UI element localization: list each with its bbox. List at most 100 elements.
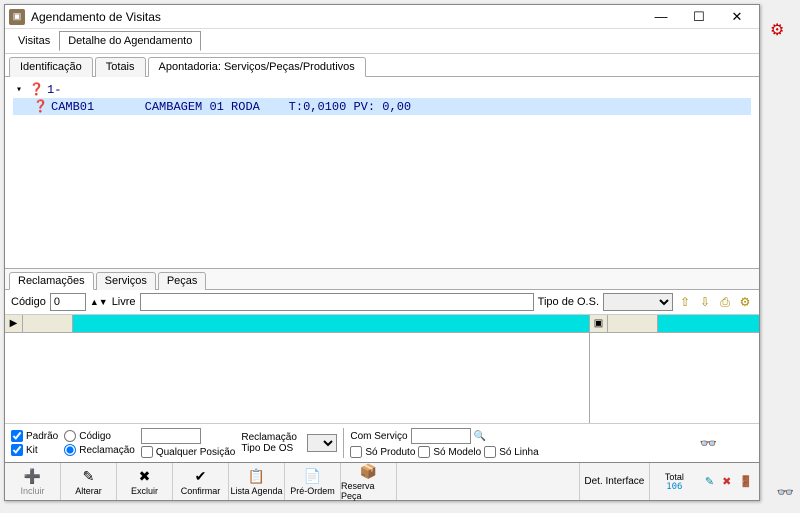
subtab-servicos[interactable]: Serviços [96,272,156,290]
label-modelo: Só Modelo [433,447,481,458]
livre-label: Livre [112,296,136,308]
minimize-button[interactable]: — [643,7,679,27]
total-value: 106 [666,482,682,492]
list-icon: 📋 [248,468,265,485]
edit-icon: ✎ [83,468,95,485]
delete-icon: ✖ [139,468,151,485]
input-extra1[interactable] [141,428,201,444]
subtab-reclamacoes[interactable]: Reclamações [9,272,94,290]
grid-area: ▶ ▣ [5,315,759,423]
menubar: Visitas Detalhe do Agendamento [5,29,759,54]
edit-small-icon[interactable]: ✎ [705,475,714,488]
check-linha[interactable] [484,446,496,458]
grid-fill [73,315,589,332]
codigo-label: Código [11,296,46,308]
config-icon[interactable]: ⚙ [737,294,753,310]
plus-icon: ➕ [24,468,41,485]
titlebar: ▣ Agendamento de Visitas — ☐ ✕ [5,5,759,29]
btn-pre-ordem[interactable]: 📄Pré-Ordem [285,463,341,500]
btn-excluir[interactable]: ✖Excluir [117,463,173,500]
grid-indicator-icon: ▶ [5,315,23,332]
question-icon: ❓ [33,99,47,114]
check-qualquer[interactable] [141,446,153,458]
livre-input[interactable] [140,293,534,311]
exit-icon[interactable]: 🚪 [739,475,753,488]
label-kit: Kit [26,445,38,456]
radio-reclamacao[interactable] [64,444,76,456]
glasses-icon[interactable]: 👓 [700,435,717,452]
label-reclamacao: Reclamação [79,445,135,456]
grid-col1[interactable] [23,315,73,332]
question-icon: ❓ [29,82,43,97]
check-modelo[interactable] [418,446,430,458]
tree-collapse-icon[interactable]: ▾ [13,84,25,96]
content-area: ▾ ❓ 1- ❓ CAMB01 CAMBAGEM 01 RODA T:0,010… [5,77,759,462]
close-small-icon[interactable]: ✖ [722,475,731,488]
background-glasses-icon: 👓 [777,484,794,501]
action-bar: ➕Incluir ✎Alterar ✖Excluir ✔Confirmar 📋L… [5,462,759,500]
check-produto[interactable] [350,446,362,458]
background-app-icon: ⚙ [770,20,800,40]
codigo-input[interactable] [50,293,86,311]
grid-left[interactable]: ▶ [5,315,589,423]
total-label: Total [665,472,684,482]
label-linha: Só Linha [499,447,538,458]
reserve-icon: 📦 [360,463,377,480]
tabs-upper: Identificação Totais Apontadoria: Serviç… [5,54,759,77]
label-qualquer: Qualquer Posição [156,447,236,458]
tab-identificacao[interactable]: Identificação [9,57,93,77]
app-icon: ▣ [9,9,25,25]
search-icon[interactable]: 🔍 [474,431,486,442]
tab-totais[interactable]: Totais [95,57,146,77]
tipo-select[interactable] [603,293,673,311]
total-display: Total 106 [649,463,699,500]
order-icon: 📄 [304,468,321,485]
grid-col-r1[interactable] [608,315,658,332]
filter-bar: Código ▲▼ Livre Tipo de O.S. ⇧ ⇩ ⎙ ⚙ [5,290,759,315]
end-icons: ✎ ✖ 🚪 [699,463,759,500]
tree-root-label: 1- [47,83,61,97]
options-bar: Padrão Kit Código Reclamação Qualquer Po… [5,423,759,462]
grid-right-header: ▣ [590,315,759,333]
grid-right-body[interactable] [590,333,759,423]
grid-left-header: ▶ [5,315,589,333]
subtabs: Reclamações Serviços Peças [5,269,759,290]
tree-child-row[interactable]: ❓ CAMB01 CAMBAGEM 01 RODA T:0,0100 PV: 0… [13,98,751,115]
lower-panel: Reclamações Serviços Peças Código ▲▼ Liv… [5,268,759,462]
input-comservico[interactable] [411,428,471,444]
btn-alterar[interactable]: ✎Alterar [61,463,117,500]
label-comservico: Com Serviço [350,431,407,442]
grid-left-body[interactable] [5,333,589,423]
radio-codigo[interactable] [64,430,76,442]
window-title: Agendamento de Visitas [31,10,641,24]
label-padrao: Padrão [26,431,58,442]
tipo-label: Tipo de O.S. [538,296,599,308]
nav-up-icon[interactable]: ⇧ [677,294,693,310]
tree-child-code: CAMB01 CAMBAGEM 01 RODA T:0,0100 PV: 0,0… [51,100,411,114]
label-codigo: Código [79,431,111,442]
nav-down-icon[interactable]: ⇩ [697,294,713,310]
menu-visitas[interactable]: Visitas [9,31,59,51]
btn-incluir[interactable]: ➕Incluir [5,463,61,500]
subtab-pecas[interactable]: Peças [158,272,207,290]
grid-indicator-icon: ▣ [590,315,608,332]
maximize-button[interactable]: ☐ [681,7,717,27]
spinner-icon[interactable]: ▲▼ [90,297,108,307]
tab-apontadoria[interactable]: Apontadoria: Serviços/Peças/Produtivos [148,57,366,77]
check-padrao[interactable] [11,430,23,442]
combo-rectipo[interactable] [307,434,337,452]
btn-lista-agenda[interactable]: 📋Lista Agenda [229,463,285,500]
print-icon[interactable]: ⎙ [717,294,733,310]
check-kit[interactable] [11,444,23,456]
btn-reserva-peca[interactable]: 📦Reserva Peça [341,463,397,500]
btn-confirmar[interactable]: ✔Confirmar [173,463,229,500]
close-button[interactable]: ✕ [719,7,755,27]
tree-root-row[interactable]: ▾ ❓ 1- [13,81,751,98]
confirm-icon: ✔ [195,468,207,485]
main-window: ▣ Agendamento de Visitas — ☐ ✕ Visitas D… [4,4,760,501]
tree-view[interactable]: ▾ ❓ 1- ❓ CAMB01 CAMBAGEM 01 RODA T:0,010… [5,77,759,268]
grid-right[interactable]: ▣ [589,315,759,423]
btn-det-interface[interactable]: Det. Interface [579,463,649,500]
menu-detalhe[interactable]: Detalhe do Agendamento [59,31,201,51]
label-rectipo: Reclamação Tipo De OS [241,432,301,454]
